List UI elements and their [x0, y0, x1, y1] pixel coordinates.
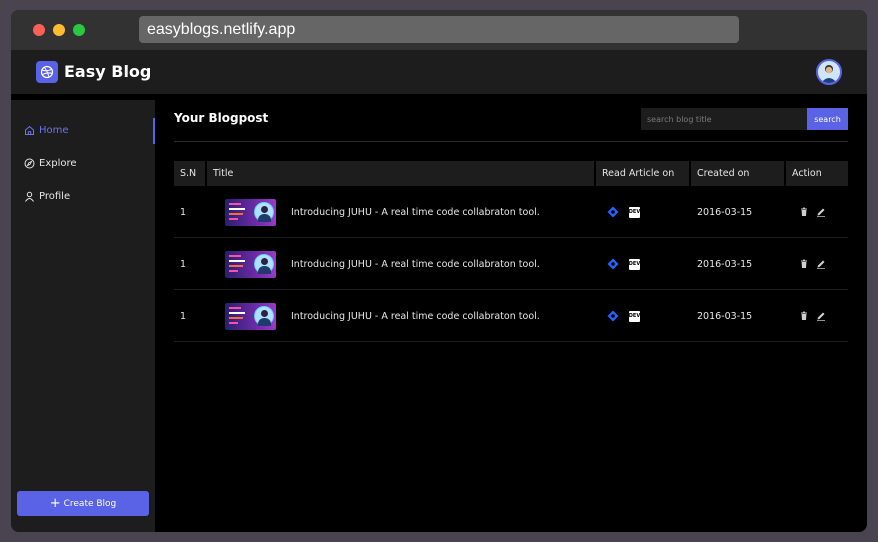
- delete-icon[interactable]: [799, 311, 809, 321]
- divider: [174, 141, 848, 142]
- hashnode-icon[interactable]: [607, 206, 619, 218]
- delete-icon[interactable]: [799, 207, 809, 217]
- address-bar[interactable]: easyblogs.netlify.app: [139, 16, 739, 43]
- browser-window: easyblogs.netlify.app Easy Blog Home Exp…: [11, 10, 867, 532]
- edit-icon[interactable]: [816, 207, 826, 217]
- sidebar-item-label: Home: [39, 124, 69, 136]
- table-row[interactable]: 1 Introducing JUHU - A real time code co…: [174, 238, 848, 290]
- dev-to-icon[interactable]: DEV: [629, 206, 640, 218]
- row-title[interactable]: Introducing JUHU - A real time code coll…: [291, 290, 540, 342]
- main-content: Your Blogpost search S.N Title Read Arti…: [155, 94, 867, 532]
- row-created: 2016-03-15: [697, 206, 753, 218]
- edit-icon[interactable]: [816, 259, 826, 269]
- sidebar-item-label: Explore: [39, 157, 77, 169]
- row-sn: 1: [180, 258, 187, 270]
- create-blog-label: Create Blog: [63, 498, 117, 509]
- blog-thumbnail-image: [225, 198, 276, 226]
- dev-to-icon[interactable]: DEV: [629, 258, 640, 270]
- blog-thumbnail-image: [225, 302, 276, 330]
- delete-icon[interactable]: [799, 259, 809, 269]
- hashnode-icon[interactable]: [607, 310, 619, 322]
- maximize-window-button[interactable]: [73, 24, 85, 36]
- plus-icon: +: [49, 496, 61, 511]
- row-actions: [799, 290, 826, 342]
- app-title[interactable]: Easy Blog: [64, 61, 151, 83]
- column-header-action: Action: [786, 161, 848, 186]
- table-row[interactable]: 1 Introducing JUHU - A real time code co…: [174, 290, 848, 342]
- sidebar-item-profile[interactable]: Profile: [11, 183, 155, 209]
- home-icon: [24, 125, 35, 136]
- dribbble-logo-icon[interactable]: [36, 61, 58, 83]
- table-row[interactable]: 1 Introducing JUHU - A real time code co…: [174, 186, 848, 238]
- sidebar-item-label: Profile: [39, 190, 71, 202]
- search-button[interactable]: search: [807, 108, 848, 130]
- user-icon: [24, 191, 35, 202]
- sidebar-item-explore[interactable]: Explore: [11, 150, 155, 176]
- row-thumbnail[interactable]: [225, 238, 276, 290]
- compass-icon: [24, 158, 35, 169]
- row-actions: [799, 186, 826, 238]
- minimize-window-button[interactable]: [53, 24, 65, 36]
- hashnode-icon[interactable]: [607, 258, 619, 270]
- table-header: S.N Title Read Article on Created on Act…: [174, 161, 848, 186]
- row-sn: 1: [180, 206, 187, 218]
- browser-titlebar: easyblogs.netlify.app: [11, 10, 867, 50]
- create-blog-button[interactable]: + Create Blog: [17, 491, 149, 516]
- blog-thumbnail-image: [225, 250, 276, 278]
- row-sn: 1: [180, 310, 187, 322]
- close-window-button[interactable]: [33, 24, 45, 36]
- row-title[interactable]: Introducing JUHU - A real time code coll…: [291, 186, 540, 238]
- row-read-links: DEV: [607, 290, 640, 342]
- column-header-sn: S.N: [174, 161, 205, 186]
- blogpost-table: S.N Title Read Article on Created on Act…: [174, 161, 848, 342]
- dev-to-icon[interactable]: DEV: [629, 310, 640, 322]
- page-title: Your Blogpost: [174, 111, 269, 125]
- row-title[interactable]: Introducing JUHU - A real time code coll…: [291, 238, 540, 290]
- sidebar: Home Explore Profile + Create Blog: [11, 100, 155, 532]
- app-header: Easy Blog: [11, 50, 867, 94]
- row-thumbnail[interactable]: [225, 290, 276, 342]
- row-thumbnail[interactable]: [225, 186, 276, 238]
- row-actions: [799, 238, 826, 290]
- row-created: 2016-03-15: [697, 310, 753, 322]
- column-header-created: Created on: [691, 161, 784, 186]
- sidebar-item-home[interactable]: Home: [11, 117, 155, 144]
- edit-icon[interactable]: [816, 311, 826, 321]
- row-created: 2016-03-15: [697, 258, 753, 270]
- column-header-read-on: Read Article on: [596, 161, 689, 186]
- row-read-links: DEV: [607, 238, 640, 290]
- user-avatar[interactable]: [816, 59, 842, 85]
- search-input[interactable]: [641, 108, 807, 130]
- row-read-links: DEV: [607, 186, 640, 238]
- column-header-title: Title: [207, 161, 594, 186]
